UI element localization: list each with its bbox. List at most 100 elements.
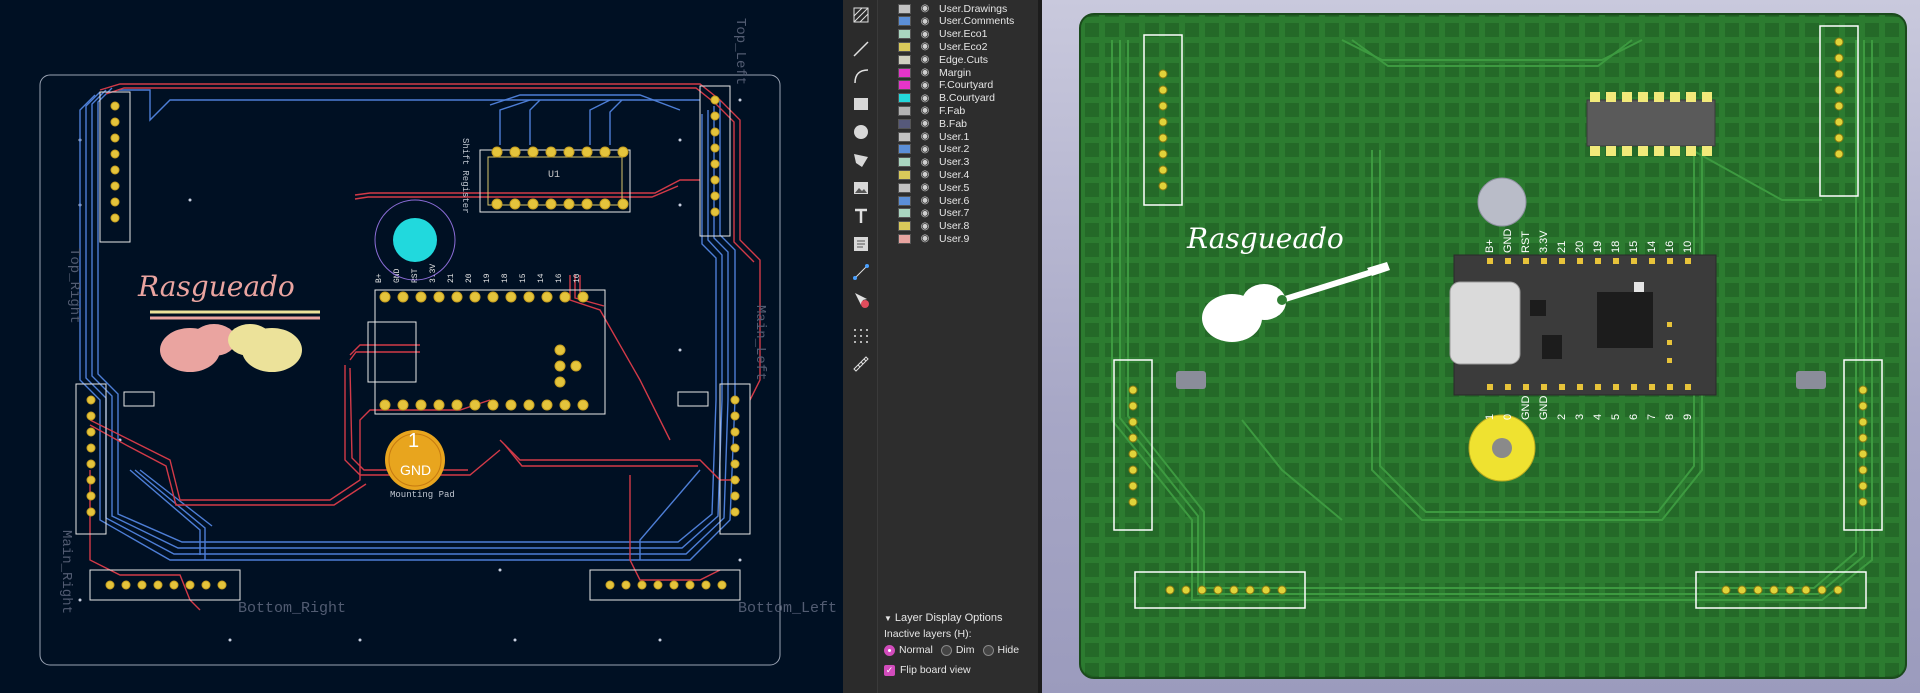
layer-name: User.9 <box>939 232 970 245</box>
layer-color-swatch[interactable] <box>898 195 911 206</box>
layer-color-swatch[interactable] <box>898 221 911 232</box>
layer-color-swatch[interactable] <box>898 105 911 116</box>
layer-name: Margin <box>939 66 972 79</box>
eye-icon[interactable]: ◉ <box>919 3 931 14</box>
layer-name: User.1 <box>939 130 970 143</box>
layer-name: User.4 <box>939 168 970 181</box>
mcu-pin-label: GND <box>1502 228 1514 253</box>
layer-name: User.2 <box>939 143 970 156</box>
mcu-pin-label: GND <box>1538 395 1550 420</box>
drawing-toolbar <box>843 0 878 693</box>
mounting-pad-number: 1 <box>408 430 420 452</box>
mcu-pin-label: 20 <box>1574 240 1586 253</box>
eye-icon[interactable]: ◉ <box>919 233 931 244</box>
layer-name: User.Eco1 <box>939 28 988 41</box>
mcu-pin-label: 3 <box>1574 413 1586 420</box>
mcu-pin-label: B+ <box>1484 239 1496 253</box>
polygon-icon[interactable] <box>851 150 871 170</box>
eye-icon[interactable]: ◉ <box>919 54 931 65</box>
layer-color-swatch[interactable] <box>898 54 911 65</box>
layer-color-swatch[interactable] <box>898 144 911 155</box>
eye-icon[interactable]: ◉ <box>919 144 931 155</box>
ruler-icon[interactable] <box>851 354 871 374</box>
circle-icon[interactable] <box>851 122 871 142</box>
layer-color-swatch[interactable] <box>898 208 911 219</box>
layer-name: F.Courtyard <box>939 79 994 92</box>
mcu-pin-label: 14 <box>1646 240 1658 253</box>
svg-text:14: 14 <box>537 273 546 283</box>
layer-color-swatch[interactable] <box>898 3 911 14</box>
layer-color-swatch[interactable] <box>898 233 911 244</box>
board-outline <box>39 74 781 666</box>
pcb-editor-canvas[interactable]: B+ GND RST 3.3V 21 20 19 18 15 14 16 10 <box>0 0 843 693</box>
hatch-icon[interactable] <box>851 5 871 25</box>
pcb-layout-drawing: B+ GND RST 3.3V 21 20 19 18 15 14 16 10 <box>39 74 781 666</box>
radio-normal-indicator[interactable] <box>884 644 895 656</box>
grid-icon[interactable] <box>851 326 871 346</box>
rectangle-icon[interactable] <box>851 94 871 114</box>
eye-icon[interactable]: ◉ <box>919 182 931 193</box>
eye-icon[interactable]: ◉ <box>919 93 931 104</box>
svg-text:18: 18 <box>501 273 510 283</box>
flip-board-view-row[interactable]: ✓ Flip board view <box>884 664 1034 676</box>
layer-color-swatch[interactable] <box>898 157 911 168</box>
radio-dim-indicator[interactable] <box>940 644 952 656</box>
eye-icon[interactable]: ◉ <box>919 118 931 129</box>
layer-display-options-toggle[interactable]: ▼ Layer Display Options <box>884 612 1034 624</box>
layer-color-swatch[interactable] <box>898 169 911 180</box>
layer-color-swatch[interactable] <box>898 182 911 193</box>
layer-color-swatch[interactable] <box>898 41 911 52</box>
mcu-pin-label: 19 <box>1592 240 1604 253</box>
eye-icon[interactable]: ◉ <box>919 16 931 27</box>
delete-icon[interactable] <box>851 290 871 310</box>
3d-logo-text: Rasgueado <box>1187 222 1344 255</box>
layer-row[interactable]: ◉ User.9 <box>898 231 969 246</box>
mcu-pin-label: 18 <box>1610 240 1622 253</box>
layer-color-swatch[interactable] <box>898 93 911 104</box>
footprint-label-bottom-left: Bottom_Left <box>738 600 838 617</box>
radio-dim[interactable]: Dim <box>940 644 975 656</box>
layer-color-swatch[interactable] <box>898 80 911 91</box>
eye-icon[interactable]: ◉ <box>919 67 931 78</box>
mcu-pin-label: 8 <box>1664 413 1676 420</box>
layer-color-swatch[interactable] <box>898 118 911 129</box>
layer-name: B.Courtyard <box>939 92 996 105</box>
layer-display-options-title: Layer Display Options <box>894 612 1003 624</box>
dimension-icon[interactable] <box>851 262 871 282</box>
footprint-label-main-left: Main_Left <box>752 305 768 381</box>
mcu-pin-label: 2 <box>1556 413 1568 420</box>
layer-color-swatch[interactable] <box>898 67 911 78</box>
svg-text:15: 15 <box>519 273 528 283</box>
eye-icon[interactable]: ◉ <box>919 131 931 142</box>
eye-icon[interactable]: ◉ <box>919 29 931 40</box>
arc-icon[interactable] <box>851 66 871 86</box>
layer-color-swatch[interactable] <box>898 131 911 142</box>
image-icon[interactable] <box>851 178 871 198</box>
svg-text:21: 21 <box>447 273 456 283</box>
layer-name: User.Eco2 <box>939 40 988 53</box>
radio-normal[interactable]: Normal <box>884 644 933 656</box>
layer-color-swatch[interactable] <box>898 29 911 40</box>
radio-hide[interactable]: Hide <box>982 644 1019 656</box>
layer-name: User.3 <box>939 156 970 169</box>
eye-icon[interactable]: ◉ <box>919 195 931 206</box>
eye-icon[interactable]: ◉ <box>919 105 931 116</box>
radio-hide-indicator[interactable] <box>982 644 994 656</box>
svg-text:19: 19 <box>483 273 492 283</box>
flip-board-view-checkbox[interactable]: ✓ <box>884 664 895 676</box>
3d-viewer[interactable]: Rasgueado B+ GND RST 3.3V 21 20 19 18 15 14 16 10 1… <box>1042 0 1920 693</box>
text-icon[interactable] <box>851 206 871 226</box>
mounting-pad-label: Mounting Pad <box>390 490 455 500</box>
line-icon[interactable] <box>851 39 871 59</box>
eye-icon[interactable]: ◉ <box>919 80 931 91</box>
eye-icon[interactable]: ◉ <box>919 221 931 232</box>
eye-icon[interactable]: ◉ <box>919 41 931 52</box>
layer-color-swatch[interactable] <box>898 16 911 27</box>
eye-icon[interactable]: ◉ <box>919 169 931 180</box>
mcu-pin-label: 5 <box>1610 413 1622 420</box>
eye-icon[interactable]: ◉ <box>919 157 931 168</box>
mcu-pin-label: RST <box>1520 231 1532 253</box>
mcu-pin-label: 15 <box>1628 240 1640 253</box>
textbox-icon[interactable] <box>851 234 871 254</box>
eye-icon[interactable]: ◉ <box>919 208 931 219</box>
